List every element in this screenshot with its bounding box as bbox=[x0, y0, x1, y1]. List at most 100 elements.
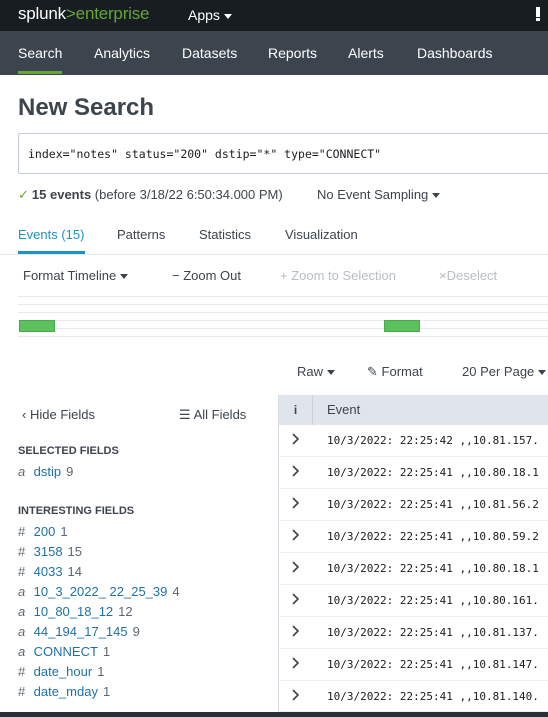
timeline-bar[interactable] bbox=[384, 320, 420, 332]
chevron-down-icon bbox=[223, 13, 232, 19]
field-type-icon: a bbox=[18, 624, 26, 639]
format-timeline-button[interactable]: Format Timeline bbox=[23, 268, 129, 283]
hide-fields-button[interactable]: ‹ Hide Fields bbox=[22, 407, 95, 422]
tab-patterns[interactable]: Patterns bbox=[117, 227, 165, 242]
tabs-divider bbox=[0, 254, 548, 255]
table-row: 10/3/2022: 22:25:41 ,,10.81.137. bbox=[279, 617, 548, 649]
field-item[interactable]: # date_hour 1 bbox=[18, 664, 104, 679]
chevron-right-icon[interactable] bbox=[290, 624, 302, 638]
field-type-icon: # bbox=[18, 684, 26, 699]
exclamation-icon[interactable] bbox=[532, 6, 544, 22]
chevron-left-icon: ‹ bbox=[22, 407, 27, 422]
chevron-right-icon[interactable] bbox=[290, 688, 302, 702]
tab-statistics[interactable]: Statistics bbox=[199, 227, 251, 242]
field-item[interactable]: a 10_80_18_12 12 bbox=[18, 604, 133, 619]
apps-menu-label: Apps bbox=[188, 7, 220, 23]
search-status: ✓ 15 events (before 3/18/22 6:50:34.000 P… bbox=[18, 187, 283, 203]
field-name: date_hour bbox=[33, 664, 93, 679]
field-count: 12 bbox=[118, 604, 133, 619]
field-name: CONNECT bbox=[33, 644, 98, 659]
selected-fields-heading: SELECTED FIELDS bbox=[18, 445, 119, 457]
all-fields-label: All Fields bbox=[193, 407, 247, 422]
zoom-to-selection-label: Zoom to Selection bbox=[291, 268, 396, 283]
all-fields-button[interactable]: ☰ All Fields bbox=[179, 407, 246, 423]
chevron-down-icon bbox=[432, 193, 441, 199]
timeline-gridline bbox=[18, 312, 548, 313]
nav-item-dashboards[interactable]: Dashboards bbox=[417, 45, 493, 61]
interesting-fields-heading: INTERESTING FIELDS bbox=[18, 505, 135, 517]
field-name: 10_3_2022_ 22_25_39 bbox=[33, 584, 168, 599]
raw-view-label: Raw bbox=[297, 364, 324, 379]
table-row: 10/3/2022: 22:25:41 ,,10.81.56.2 bbox=[279, 489, 548, 521]
zoom-to-selection-button[interactable]: + Zoom to Selection bbox=[280, 268, 396, 283]
field-type-icon: a bbox=[18, 604, 26, 619]
table-row: 10/3/2022: 22:25:41 ,,10.80.18.1 bbox=[279, 553, 548, 585]
field-type-icon: # bbox=[18, 524, 26, 539]
field-item[interactable]: # date_mday 1 bbox=[18, 684, 110, 699]
event-count: 15 events bbox=[31, 187, 92, 202]
field-item[interactable]: # 4033 14 bbox=[18, 564, 82, 579]
per-page-label: 20 Per Page bbox=[462, 364, 535, 379]
field-count: 1 bbox=[60, 524, 68, 539]
deselect-button[interactable]: ×Deselect bbox=[439, 268, 497, 283]
event-timeline[interactable] bbox=[18, 292, 548, 342]
event-column-header[interactable]: Event bbox=[327, 402, 360, 417]
window-bottom-edge bbox=[0, 712, 548, 717]
field-item[interactable]: a CONNECT 1 bbox=[18, 644, 110, 659]
format-button[interactable]: ✎ Format bbox=[367, 364, 423, 380]
tab-events[interactable]: Events (15) bbox=[18, 227, 84, 242]
list-icon: ☰ bbox=[179, 407, 191, 422]
raw-view-dropdown[interactable]: Raw bbox=[297, 364, 336, 379]
chevron-right-icon[interactable] bbox=[290, 464, 302, 478]
nav-item-datasets[interactable]: Datasets bbox=[182, 45, 237, 61]
field-item[interactable]: a 44_194_17_145 9 bbox=[18, 624, 140, 639]
nav-item-analytics[interactable]: Analytics bbox=[94, 45, 150, 61]
logo-separator: > bbox=[65, 4, 76, 23]
chevron-right-icon[interactable] bbox=[290, 496, 302, 510]
event-sampling-dropdown[interactable]: No Event Sampling bbox=[317, 187, 441, 202]
chevron-down-icon bbox=[538, 370, 547, 376]
field-name: 3158 bbox=[33, 544, 63, 559]
chevron-down-icon bbox=[120, 274, 129, 280]
field-item[interactable]: # 3158 15 bbox=[18, 544, 82, 559]
table-row: 10/3/2022: 22:25:41 ,,10.80.161. bbox=[279, 585, 548, 617]
table-row: 10/3/2022: 22:25:41 ,,10.81.147. bbox=[279, 649, 548, 681]
event-text: 10/3/2022: 22:25:41 ,,10.80.161. bbox=[327, 594, 539, 607]
zoom-out-button[interactable]: − Zoom Out bbox=[172, 268, 241, 283]
field-name: dstip bbox=[33, 464, 62, 479]
field-count: 1 bbox=[102, 684, 111, 699]
apps-menu[interactable]: Apps bbox=[188, 7, 232, 23]
top-bar: splunk>enterprise Apps bbox=[0, 0, 548, 31]
field-name: 4033 bbox=[33, 564, 63, 579]
search-query-text: index="notes" status="200" dstip="*" typ… bbox=[28, 147, 382, 161]
chevron-right-icon[interactable] bbox=[290, 560, 302, 574]
info-column-header: i bbox=[279, 395, 313, 425]
nav-item-search[interactable]: Search bbox=[18, 45, 62, 61]
page-title: New Search bbox=[18, 94, 155, 121]
search-query-input[interactable]: index="notes" status="200" dstip="*" typ… bbox=[18, 133, 548, 174]
field-item[interactable]: # 200 1 bbox=[18, 524, 68, 539]
per-page-dropdown[interactable]: 20 Per Page bbox=[462, 364, 547, 379]
chevron-right-icon[interactable] bbox=[290, 528, 302, 542]
timeline-bar[interactable] bbox=[19, 320, 55, 332]
timeline-gridline bbox=[18, 328, 548, 329]
chevron-right-icon[interactable] bbox=[290, 592, 302, 606]
checkmark-icon: ✓ bbox=[18, 187, 29, 202]
event-text: 10/3/2022: 22:25:41 ,,10.80.18.1 bbox=[327, 562, 539, 575]
field-count: 4 bbox=[172, 584, 180, 599]
logo-brand: splunk bbox=[18, 4, 66, 23]
nav-item-reports[interactable]: Reports bbox=[268, 45, 317, 61]
logo-product: enterprise bbox=[75, 4, 150, 23]
tab-visualization[interactable]: Visualization bbox=[285, 227, 358, 242]
field-type-icon: a bbox=[18, 464, 26, 479]
chevron-right-icon[interactable] bbox=[290, 656, 302, 670]
splunk-logo[interactable]: splunk>enterprise bbox=[18, 4, 149, 24]
field-item[interactable]: a 10_3_2022_ 22_25_39 4 bbox=[18, 584, 180, 599]
event-text: 10/3/2022: 22:25:41 ,,10.81.137. bbox=[327, 626, 539, 639]
chevron-down-icon bbox=[327, 370, 336, 376]
chevron-right-icon[interactable] bbox=[290, 432, 302, 446]
nav-item-alerts[interactable]: Alerts bbox=[348, 45, 384, 61]
x-icon: × bbox=[439, 268, 447, 283]
minus-icon: − bbox=[172, 268, 180, 283]
field-item[interactable]: a dstip 9 bbox=[18, 464, 73, 479]
